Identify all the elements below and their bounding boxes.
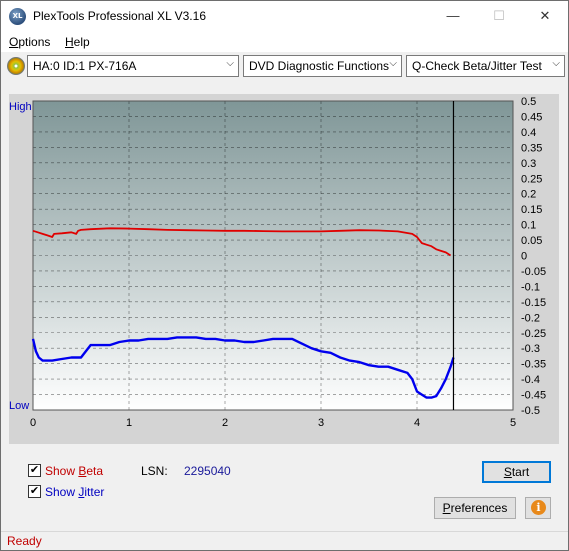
preferences-button[interactable]: Preferences (434, 497, 516, 519)
show-beta-checkbox[interactable]: ✔ (28, 464, 41, 477)
y-tick-label: -0.05 (521, 266, 546, 278)
show-jitter-checkbox[interactable]: ✔ (28, 485, 41, 498)
maximize-button[interactable]: ☐ (476, 1, 522, 32)
y-tick-label: -0.5 (521, 405, 540, 417)
function-select[interactable]: DVD Diagnostic Functions ⌵ (243, 55, 402, 77)
controls-panel: ✔ Show Beta ✔ Show Jitter LSN: 2295040 S… (9, 453, 559, 525)
x-tick-label: 1 (126, 417, 132, 429)
y-tick-label: -0.25 (521, 328, 546, 340)
chevron-down-icon: ⌵ (552, 58, 560, 69)
y-tick-label: 0.45 (521, 111, 542, 123)
y-tick-label: 0.05 (521, 235, 542, 247)
disc-icon (7, 57, 25, 75)
chevron-down-icon: ⌵ (226, 58, 234, 69)
status-text: Ready (7, 534, 42, 548)
x-tick-label: 5 (510, 417, 516, 429)
x-tick-label: 4 (414, 417, 420, 429)
beta-jitter-chart: 0.5 0.45 0.4 0.35 0.3 0.25 0.2 0.15 0.1 0.05 0 -0.0… (9, 96, 546, 429)
drive-select[interactable]: HA:0 ID:1 PX-716A ⌵ (27, 55, 239, 77)
app-window: XL PlexTools Professional XL V3.16 — ☐ ✕… (0, 0, 569, 551)
lsn-value: 2295040 (184, 464, 231, 478)
test-select-value: Q-Check Beta/Jitter Test (412, 59, 542, 73)
y-tick-label: 0.2 (521, 189, 536, 201)
y-tick-label: -0.45 (521, 390, 546, 402)
y-tick-label: -0.4 (521, 374, 540, 386)
menu-bar: Options Help (1, 32, 568, 52)
title-bar: XL PlexTools Professional XL V3.16 — ☐ ✕ (1, 1, 568, 32)
y-tick-label: 0.35 (521, 142, 542, 154)
menu-options[interactable]: Options (9, 35, 50, 49)
function-select-value: DVD Diagnostic Functions (249, 59, 390, 73)
toolbar: HA:0 ID:1 PX-716A ⌵ DVD Diagnostic Funct… (1, 52, 568, 80)
low-label: Low (9, 400, 29, 412)
y-tick-label: -0.3 (521, 343, 540, 355)
status-bar: Ready (1, 531, 568, 550)
menu-help[interactable]: Help (65, 35, 90, 49)
show-jitter-label[interactable]: Show Jitter (45, 485, 104, 499)
minimize-button[interactable]: — (430, 1, 476, 32)
x-tick-label: 3 (318, 417, 324, 429)
y-tick-label: -0.2 (521, 312, 540, 324)
start-button[interactable]: Start (482, 461, 551, 483)
y-tick-label: -0.1 (521, 281, 540, 293)
y-tick-label: 0.15 (521, 204, 542, 216)
y-tick-label: 0.3 (521, 158, 536, 170)
y-tick-label: 0 (521, 251, 527, 263)
info-button[interactable]: i (525, 497, 551, 519)
info-icon: i (531, 500, 546, 515)
y-tick-label: 0.4 (521, 127, 536, 139)
x-tick-label: 2 (222, 417, 228, 429)
y-tick-label: -0.35 (521, 359, 546, 371)
y-tick-label: -0.15 (521, 297, 546, 309)
plextools-logo-icon: XL (9, 8, 26, 25)
window-title: PlexTools Professional XL V3.16 (33, 9, 206, 23)
close-button[interactable]: ✕ (522, 1, 568, 32)
y-tick-label: 0.1 (521, 220, 536, 232)
chart-panel: 0.5 0.45 0.4 0.35 0.3 0.25 0.2 0.15 0.1 0.05 0 -0.0… (9, 94, 559, 444)
x-tick-label: 0 (30, 417, 36, 429)
high-label: High (9, 101, 32, 113)
y-tick-label: 0.25 (521, 173, 542, 185)
y-tick-label: 0.5 (521, 96, 536, 108)
drive-select-value: HA:0 ID:1 PX-716A (33, 59, 137, 73)
test-select[interactable]: Q-Check Beta/Jitter Test ⌵ (406, 55, 565, 77)
chevron-down-icon: ⌵ (389, 58, 397, 69)
show-beta-label[interactable]: Show Beta (45, 464, 103, 478)
lsn-label: LSN: (141, 464, 168, 478)
